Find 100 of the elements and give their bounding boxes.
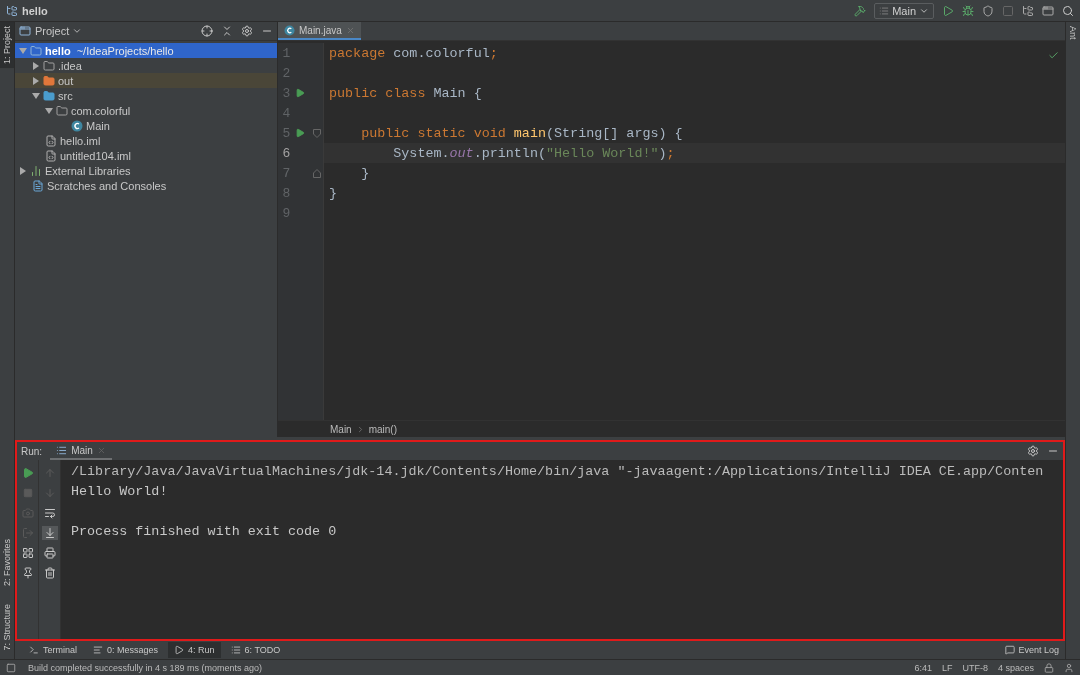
locate-icon[interactable] [201, 25, 213, 37]
expanded-arrow-icon[interactable] [19, 46, 27, 55]
run-gutter-icon[interactable] [295, 128, 306, 138]
run-gutter-icon[interactable] [295, 88, 306, 98]
debug-icon[interactable] [962, 4, 974, 17]
search-icon[interactable] [1062, 4, 1074, 17]
rerun-icon[interactable] [21, 467, 34, 480]
tab-icon [174, 645, 185, 655]
tree-item[interactable]: out [15, 73, 277, 88]
soft-wrap-icon[interactable] [43, 507, 56, 520]
window-title: hello [22, 4, 48, 17]
expanded-arrow-icon[interactable] [32, 91, 40, 100]
code-line: } [360, 165, 370, 181]
collapse-all-icon[interactable] [221, 25, 233, 37]
build-icon[interactable] [854, 4, 867, 17]
tree-item[interactable]: com.colorful [15, 103, 277, 118]
fold-icon[interactable] [312, 128, 321, 138]
tree-item-label: com.colorful [71, 104, 131, 117]
status-message: Build completed successfully in 4 s 189 ms (moments ago) [28, 662, 263, 673]
status-item[interactable]: 6:41 [914, 662, 932, 673]
tab-icon [230, 645, 241, 655]
tool-window-tab[interactable]: 6: TODO [224, 642, 287, 658]
editor-tab[interactable]: Main.java [278, 22, 361, 40]
print-icon[interactable] [43, 547, 56, 560]
collapsed-arrow-icon[interactable] [19, 166, 27, 175]
fold-icon[interactable] [312, 168, 321, 178]
status-item[interactable]: LF [941, 662, 953, 673]
collapsed-arrow-icon[interactable] [32, 76, 40, 85]
event-log-button[interactable]: Event Log [999, 645, 1065, 655]
library-icon [30, 164, 42, 177]
scratches-icon [32, 179, 44, 192]
line-number: 6 [281, 145, 291, 161]
project-icon [6, 4, 18, 17]
status-icon[interactable] [6, 662, 16, 673]
tree-item[interactable]: hello ~/IdeaProjects/hello [15, 43, 277, 58]
trash-icon[interactable] [43, 567, 56, 580]
settings-icon[interactable] [241, 25, 253, 37]
breadcrumb[interactable]: Main [330, 423, 352, 435]
code-line: } [329, 185, 338, 201]
file-icon [45, 149, 57, 162]
layout-icon[interactable] [21, 547, 34, 560]
tree-item[interactable]: .idea [15, 58, 277, 73]
view-selector[interactable]: Project [35, 25, 83, 37]
breadcrumb[interactable]: main() [368, 423, 398, 435]
settings-icon[interactable] [1027, 445, 1039, 458]
status-item[interactable]: UTF-8 [962, 662, 988, 673]
class-icon [71, 119, 83, 132]
panel-label: Run: [21, 445, 43, 457]
lock-icon[interactable] [1044, 662, 1054, 673]
tree-item-label: Scratches and Consoles [47, 179, 167, 192]
code-line: package com.colorful; [329, 45, 498, 61]
window-icon[interactable] [1042, 4, 1054, 17]
caret-icon [72, 26, 83, 36]
speech-bubble-icon [1005, 645, 1016, 655]
tree-item[interactable]: hello.iml [15, 133, 277, 148]
tree-item[interactable]: untitled104.iml [15, 148, 277, 163]
tool-window-tab[interactable]: 7: Structure [0, 600, 14, 655]
tree-item-label: hello [45, 44, 71, 57]
scroll-to-end-icon[interactable] [43, 527, 56, 540]
run-configuration-dropdown[interactable]: Main [874, 2, 934, 19]
collapsed-arrow-icon[interactable] [32, 61, 40, 70]
coverage-icon[interactable] [982, 4, 994, 17]
class-icon [284, 24, 295, 36]
folder-icon [43, 89, 55, 102]
tree-item-label: hello.iml [60, 134, 101, 147]
tree-item[interactable]: src [15, 88, 277, 103]
tool-window-tab[interactable]: 2: Favorites [0, 535, 14, 591]
console-icon [56, 444, 68, 456]
person-icon[interactable] [1064, 662, 1074, 673]
panel-icon [19, 25, 31, 37]
console-line: /Library/Java/JavaVirtualMachines/jdk-14.jdk/Contents/Home/bin/java "-javaagent:/Applications/IntelliJ IDEA CE.app/Conten [71, 464, 1044, 480]
console-line: Hello World! [71, 484, 168, 500]
file-icon [45, 134, 57, 147]
tree-item[interactable]: Main [15, 118, 277, 133]
tool-window-tab[interactable]: 4: Run [168, 642, 221, 658]
tool-window-tab[interactable]: 0: Messages [87, 642, 165, 658]
tree-item[interactable]: External Libraries [15, 163, 277, 178]
tab-icon [29, 645, 39, 655]
tab-icon [93, 645, 103, 655]
folder-icon [43, 74, 55, 87]
tree-item-label: External Libraries [45, 164, 131, 177]
tree-item[interactable]: Scratches and Consoles [15, 178, 277, 193]
project-structure-icon[interactable] [1022, 4, 1034, 17]
expanded-arrow-icon[interactable] [45, 106, 53, 115]
tree-item-label: out [58, 74, 74, 87]
run-icon[interactable] [942, 4, 954, 17]
tool-window-tab[interactable]: 1: Project [0, 22, 14, 69]
tree-item-label: untitled104.iml [60, 149, 131, 162]
status-item[interactable]: 4 spaces [997, 662, 1034, 673]
folder-icon [43, 59, 55, 72]
tool-window-tab[interactable]: Ant [1066, 22, 1080, 44]
code-line: System.out.println("Hello World!"); [392, 145, 675, 161]
check-icon [1048, 50, 1059, 61]
tree-item-path: ~/IdeaProjects/hello [76, 44, 174, 57]
list-icon [879, 5, 890, 16]
tool-window-tab[interactable]: Terminal [23, 642, 83, 658]
tree-item-label: Main [86, 119, 110, 132]
module-folder-icon [30, 44, 42, 57]
pin-icon[interactable] [21, 567, 34, 580]
tree-item-label: .idea [58, 59, 82, 72]
